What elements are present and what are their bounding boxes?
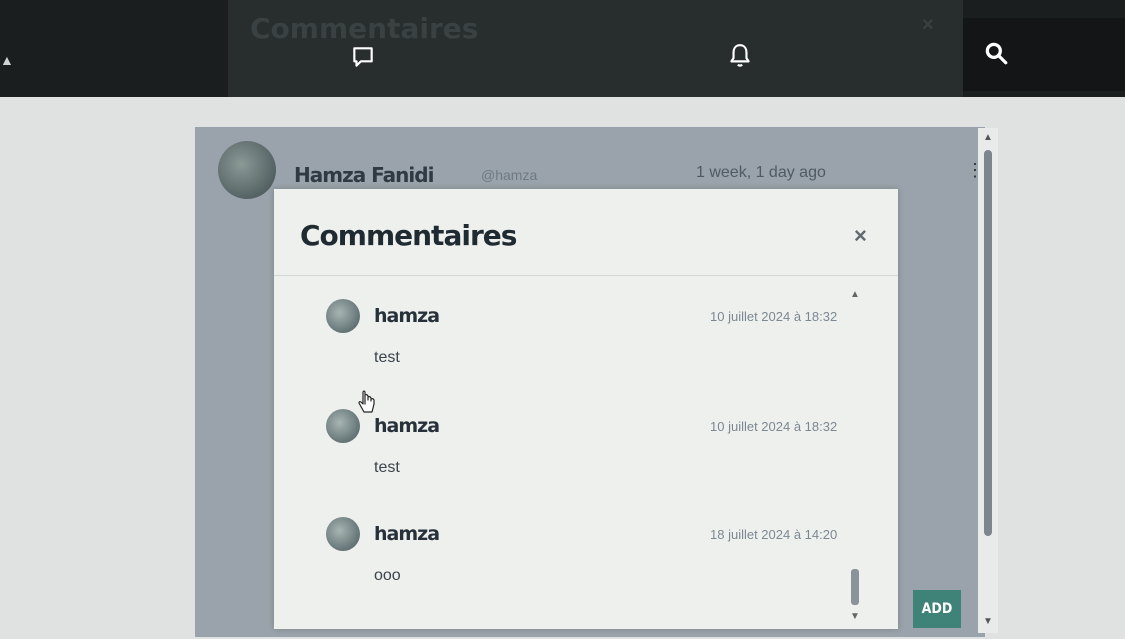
avatar[interactable] <box>326 517 360 551</box>
post-handle[interactable]: @hamza <box>481 167 537 183</box>
hand-cursor-icon <box>358 390 375 413</box>
comment-author[interactable]: hamza <box>374 523 440 545</box>
post-author[interactable]: Hamza Fanidi <box>294 163 434 187</box>
comment-text: test <box>374 459 400 476</box>
scroll-down-icon[interactable]: ▼ <box>850 611 860 622</box>
modal-title: Commentaires <box>300 219 517 252</box>
search-icon[interactable] <box>983 40 1009 66</box>
comment-item: hamza 18 juillet 2024 à 14:20 ooo <box>326 517 846 609</box>
comment-date: 10 juillet 2024 à 18:32 <box>710 419 838 434</box>
bell-icon[interactable] <box>727 42 753 70</box>
page-scrollbar[interactable]: ▲ ▼ <box>978 128 998 633</box>
comment-text: ooo <box>374 567 401 584</box>
comment-author[interactable]: hamza <box>374 305 440 327</box>
comment-item: hamza 10 juillet 2024 à 18:32 test <box>326 299 846 391</box>
avatar[interactable] <box>218 141 276 199</box>
post-timestamp: 1 week, 1 day ago <box>696 164 826 181</box>
avatar[interactable] <box>326 299 360 333</box>
close-icon[interactable]: × <box>854 223 867 249</box>
scroll-up-icon[interactable]: ▲ <box>850 289 860 300</box>
comment-author[interactable]: hamza <box>374 415 440 437</box>
add-button[interactable]: ADD <box>913 590 961 628</box>
back-arrow-icon[interactable]: ▲ <box>0 52 14 68</box>
divider <box>274 275 898 276</box>
comment-text: test <box>374 349 400 366</box>
comment-date: 10 juillet 2024 à 18:32 <box>710 309 838 324</box>
background-close-icon: × <box>922 14 934 36</box>
comment-date: 18 juillet 2024 à 14:20 <box>710 527 838 542</box>
modal-scrollbar[interactable]: ▲ ▼ <box>848 289 862 622</box>
top-navbar: Commentaires × ▲ <box>0 0 1125 97</box>
chat-icon[interactable] <box>350 44 376 70</box>
scrollbar-thumb[interactable] <box>984 150 992 536</box>
scroll-up-icon[interactable]: ▲ <box>983 132 993 143</box>
scrollbar-thumb[interactable] <box>851 569 859 605</box>
avatar[interactable] <box>326 409 360 443</box>
comment-item: hamza 10 juillet 2024 à 18:32 test <box>326 409 846 501</box>
scroll-down-icon[interactable]: ▼ <box>983 616 993 627</box>
background-title: Commentaires <box>250 12 479 45</box>
